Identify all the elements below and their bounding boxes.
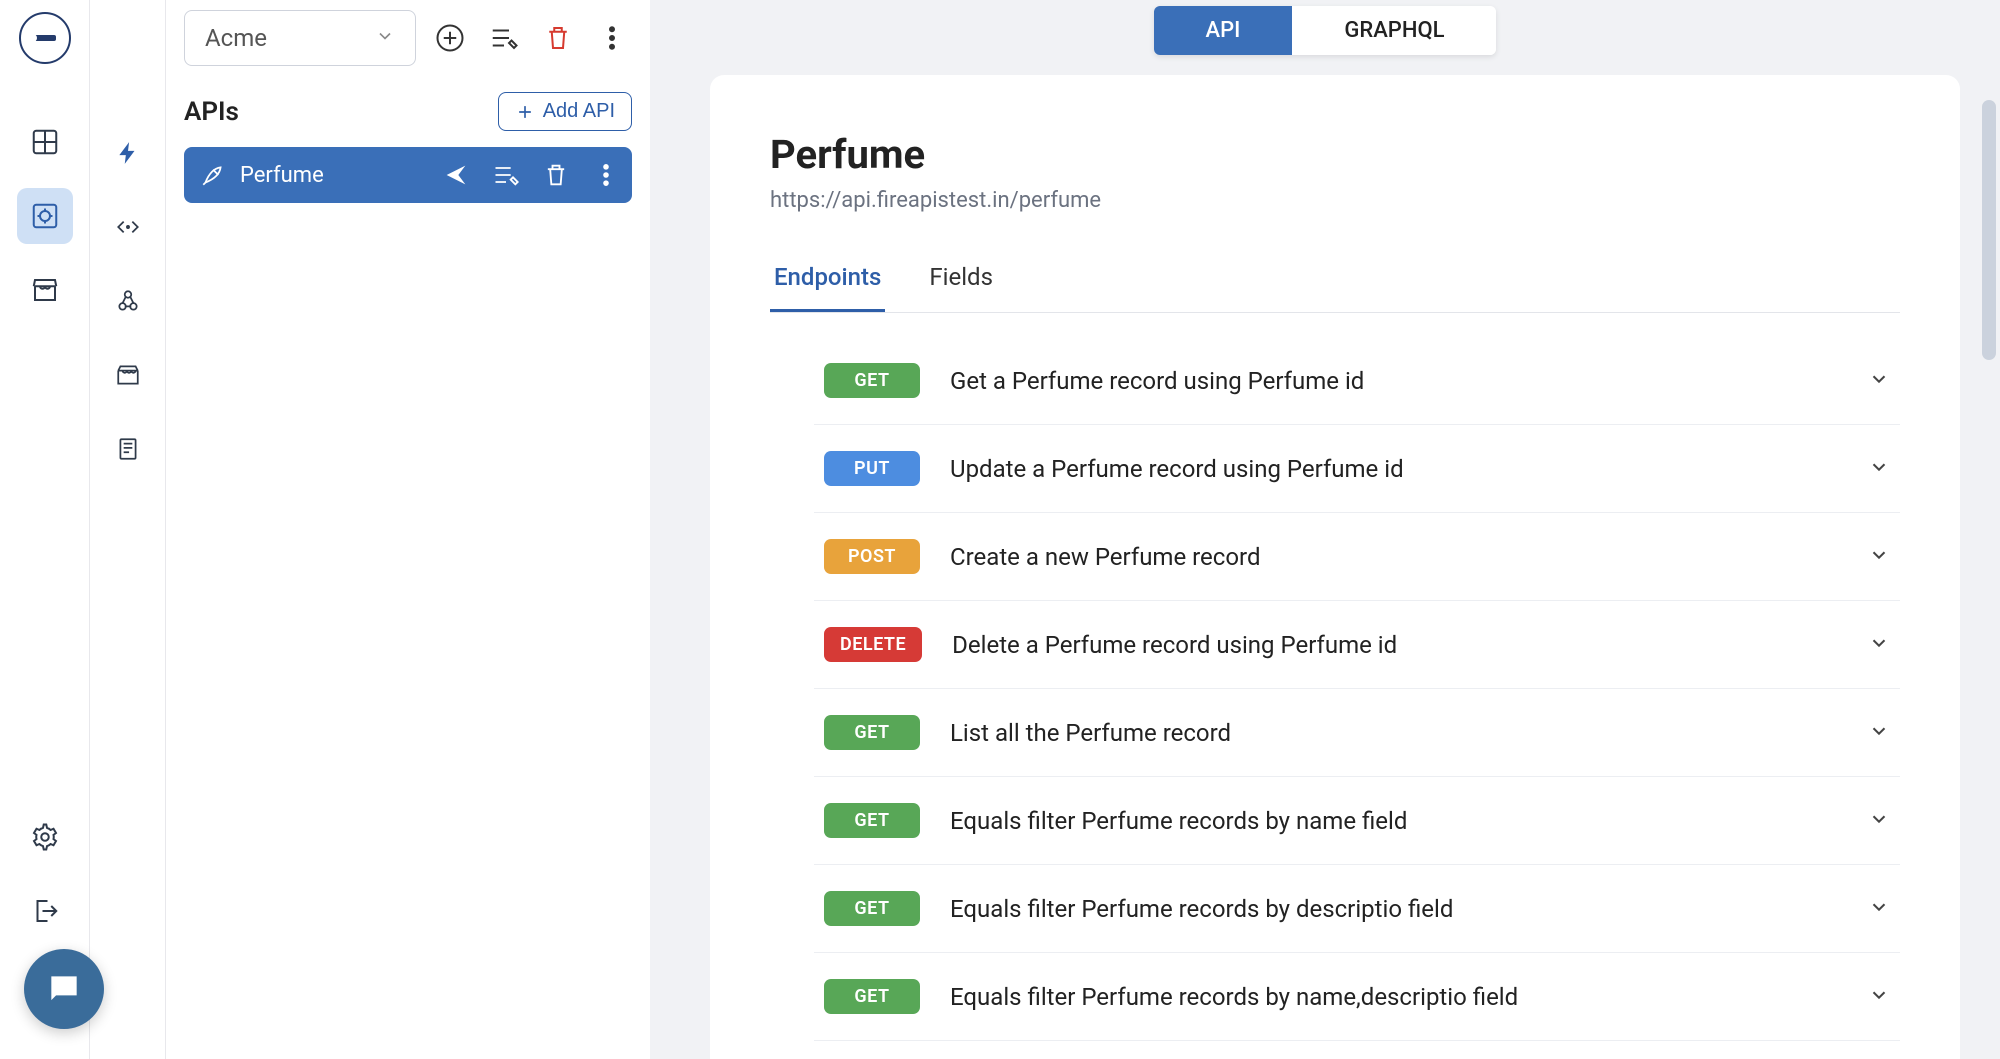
run-icon[interactable] [442, 161, 470, 189]
top-tabs: API GRAPHQL [650, 0, 2000, 75]
endpoint-description: Get a Perfume record using Perfume id [950, 367, 1868, 395]
tab-fields[interactable]: Fields [925, 253, 997, 312]
lightning-icon[interactable] [105, 130, 151, 176]
main-area: API GRAPHQL Perfume https://api.fireapis… [650, 0, 2000, 1059]
method-badge: DELETE [824, 627, 922, 662]
endpoint-description: Create a new Perfume record [950, 543, 1868, 571]
method-badge: GET [824, 979, 920, 1014]
edit-icon[interactable] [492, 161, 520, 189]
endpoint-description: Delete a Perfume record using Perfume id [952, 631, 1868, 659]
resource-card: Perfume https://api.fireapistest.in/perf… [710, 75, 1960, 1059]
endpoint-row[interactable]: DELETE Delete a Perfume record using Perf… [814, 601, 1900, 689]
method-badge: POST [824, 539, 920, 574]
endpoint-description: Equals filter Perfume records by name fi… [950, 807, 1868, 835]
logout-icon[interactable] [17, 883, 73, 939]
delete-button[interactable] [538, 18, 578, 58]
marketplace-icon[interactable] [105, 352, 151, 398]
resource-title: Perfume [770, 131, 1900, 178]
tab-graphql[interactable]: GRAPHQL [1292, 6, 1496, 55]
method-badge: GET [824, 363, 920, 398]
project-dropdown[interactable]: Acme [184, 10, 416, 66]
endpoint-row[interactable]: GET Equals filter Perfume records by name… [814, 953, 1900, 1041]
chevron-down-icon [1868, 544, 1890, 570]
models-icon[interactable] [17, 188, 73, 244]
endpoint-row[interactable]: PUT Update a Perfume record using Perfume… [814, 425, 1900, 513]
resource-url: https://api.fireapistest.in/perfume [770, 188, 1900, 213]
rocket-icon [200, 162, 226, 188]
webhook-icon[interactable] [105, 278, 151, 324]
add-api-label: Add API [543, 100, 615, 123]
settings-icon[interactable] [17, 809, 73, 865]
add-circle-button[interactable] [430, 18, 470, 58]
trash-icon[interactable] [542, 161, 570, 189]
docs-icon[interactable] [105, 426, 151, 472]
method-badge: PUT [824, 451, 920, 486]
endpoint-row[interactable]: GET Get a Perfume record using Perfume id [814, 337, 1900, 425]
endpoint-row[interactable]: POST Create a new Perfume record [814, 513, 1900, 601]
add-api-button[interactable]: Add API [498, 92, 632, 131]
edit-list-button[interactable] [484, 18, 524, 58]
endpoint-description: Equals filter Perfume records by name,de… [950, 983, 1868, 1011]
chevron-down-icon [1868, 456, 1890, 482]
more-button[interactable] [592, 18, 632, 58]
more-icon[interactable] [592, 161, 620, 189]
endpoint-description: Equals filter Perfume records by descrip… [950, 895, 1868, 923]
left-rail [0, 0, 90, 1059]
chevron-down-icon [1868, 984, 1890, 1010]
dashboard-icon[interactable] [17, 114, 73, 170]
method-badge: GET [824, 803, 920, 838]
chevron-down-icon [1868, 368, 1890, 394]
chat-fab[interactable] [24, 949, 104, 1029]
endpoint-list: GET Get a Perfume record using Perfume id… [770, 323, 1900, 1059]
api-item-perfume[interactable]: Perfume [184, 147, 632, 203]
logo [19, 12, 71, 64]
chevron-down-icon [1868, 720, 1890, 746]
code-brackets-icon[interactable] [105, 204, 151, 250]
apis-section-title: APIs [184, 97, 239, 127]
side-panel: Acme APIs Add API Perfume [166, 0, 650, 1059]
tab-api[interactable]: API [1154, 6, 1293, 55]
endpoint-description: List all the Perfume record [950, 719, 1868, 747]
chevron-down-icon [1868, 896, 1890, 922]
api-item-label: Perfume [240, 163, 420, 188]
endpoint-row[interactable]: GET Equals filter Perfume records by name… [814, 777, 1900, 865]
secondary-nav [90, 0, 166, 1059]
method-badge: GET [824, 891, 920, 926]
project-name: Acme [205, 24, 267, 52]
chevron-down-icon [375, 24, 395, 52]
tab-endpoints[interactable]: Endpoints [770, 253, 885, 312]
scrollbar-thumb[interactable] [1982, 100, 1996, 360]
inner-tabs: Endpoints Fields [770, 253, 1900, 313]
method-badge: GET [824, 715, 920, 750]
endpoint-row[interactable]: GET Equals filter Perfume records by desc… [814, 865, 1900, 953]
store-icon[interactable] [17, 262, 73, 318]
chevron-down-icon [1868, 808, 1890, 834]
endpoint-description: Update a Perfume record using Perfume id [950, 455, 1868, 483]
scrollbar-track[interactable] [1982, 100, 1996, 1059]
endpoint-row[interactable]: GET List all the Perfume record [814, 689, 1900, 777]
chevron-down-icon [1868, 632, 1890, 658]
